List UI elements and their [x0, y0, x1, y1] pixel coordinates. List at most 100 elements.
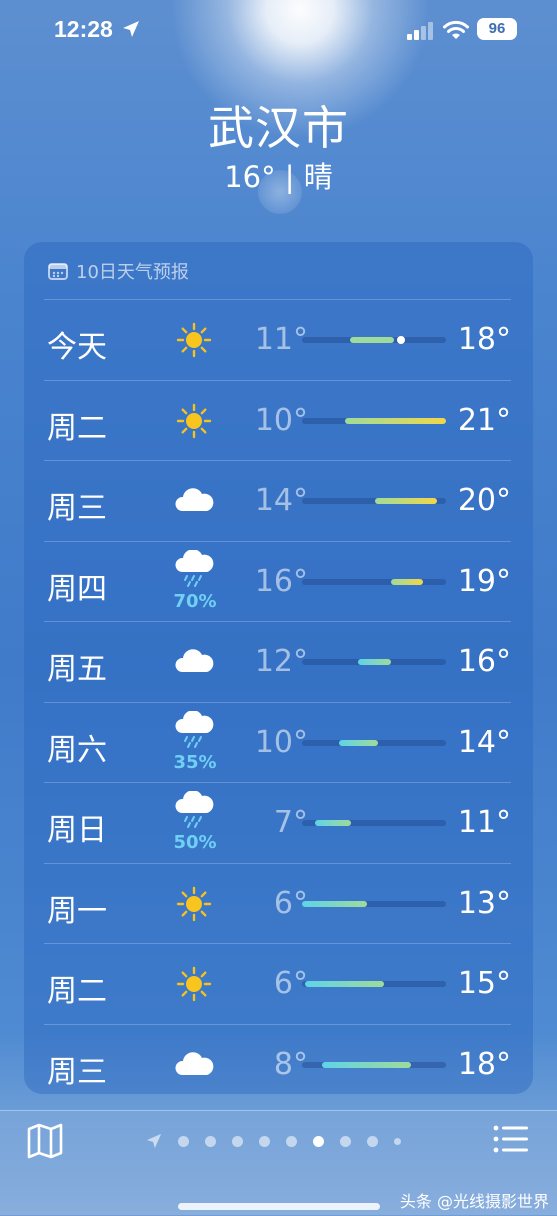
high-temp: 19° [457, 563, 511, 599]
high-temp: 20° [457, 483, 511, 518]
forecast-row[interactable]: 周四 70% 16° 19° [44, 540, 511, 622]
day-label: 周日 [47, 813, 107, 848]
page-dot[interactable] [205, 1135, 216, 1147]
temp-range-track [302, 900, 446, 907]
temp-range-track [302, 578, 446, 585]
calendar-icon [48, 263, 68, 280]
temp-range-bar [304, 981, 385, 987]
temp-range-bar [358, 659, 392, 665]
low-temp: 8° [273, 1046, 308, 1082]
temp-range-track [302, 739, 446, 746]
page-dot[interactable] [259, 1135, 270, 1147]
high-temp: 18° [457, 1046, 511, 1082]
day-label: 周二 [47, 410, 107, 446]
high-temp: 14° [457, 724, 511, 760]
low-temp: 11° [254, 322, 308, 357]
status-bar: 12:28 96 [0, 14, 557, 48]
forecast-row[interactable]: 周日 50% 7° 11° [44, 782, 511, 863]
temp-range-track [302, 1061, 446, 1068]
day-label: 今天 [47, 330, 107, 365]
low-temp: 6° [273, 966, 308, 1001]
day-label: 周三 [47, 491, 107, 526]
temp-range-track [302, 498, 446, 504]
cloud-icon [172, 642, 216, 682]
day-label: 周二 [47, 974, 107, 1009]
page-dot[interactable] [178, 1135, 189, 1147]
day-label: 周三 [47, 1054, 107, 1090]
high-temp: 18° [457, 322, 511, 357]
map-icon[interactable] [26, 1123, 64, 1159]
forecast-row[interactable]: 周三 8° 18° [44, 1023, 511, 1105]
day-label: 周四 [47, 571, 107, 607]
temp-range-track [302, 981, 446, 987]
location-arrow-icon [123, 21, 139, 37]
rain-cloud-icon [172, 790, 216, 831]
temp-range-track [302, 659, 446, 665]
status-time: 12:28 [54, 16, 113, 42]
forecast-row[interactable]: 今天 11° 18° [44, 299, 511, 380]
forecast-header: 10日天气预报 [48, 258, 189, 284]
page-indicator[interactable] [146, 1133, 401, 1149]
temp-range-track [302, 820, 446, 826]
rain-cloud-icon [172, 709, 216, 751]
high-temp: 13° [457, 885, 511, 921]
wifi-icon [443, 20, 469, 39]
low-temp: 10° [254, 724, 308, 760]
temp-range-track [302, 336, 446, 344]
temp-range-bar [375, 498, 438, 504]
page-dot[interactable] [394, 1137, 401, 1145]
rain-cloud-icon [172, 548, 216, 590]
forecast-row[interactable]: 周六 35% 10° 14° [44, 701, 511, 783]
day-label: 周五 [47, 652, 107, 687]
low-temp: 10° [254, 402, 308, 438]
forecast-row[interactable]: 周二 10° 21° [44, 379, 511, 461]
forecast-panel[interactable]: 10日天气预报 今天 11° 18° 周二 10° 21° 周三 14° 20° 周四 70% 16… [24, 242, 533, 1094]
precip-chance: 70% [173, 590, 217, 612]
list-icon[interactable] [493, 1125, 529, 1153]
battery-indicator: 96 [477, 18, 517, 40]
temp-range-bar [314, 820, 351, 826]
precip-chance: 35% [173, 751, 217, 773]
temp-range-track [302, 417, 446, 424]
forecast-row[interactable]: 周五 12° 16° [44, 621, 511, 702]
forecast-title: 10日天气预报 [76, 262, 189, 283]
temp-range-bar [339, 739, 379, 746]
page-dot[interactable] [313, 1135, 324, 1147]
sun-icon [172, 401, 216, 441]
signal-icon [407, 22, 433, 40]
forecast-row[interactable]: 周三 14° 20° [44, 460, 511, 541]
high-temp: 16° [457, 644, 511, 679]
current-summary: 16° | 晴 [224, 160, 333, 194]
watermark: 头条 @光线摄影世界 [399, 1192, 549, 1211]
home-indicator[interactable] [178, 1203, 380, 1210]
temp-range-bar [391, 578, 423, 585]
forecast-row[interactable]: 周二 6° 15° [44, 943, 511, 1024]
page-dot[interactable] [232, 1135, 243, 1147]
sun-icon [172, 964, 216, 1004]
low-temp: 14° [254, 483, 308, 518]
cloud-icon [172, 1045, 216, 1085]
cloud-icon [172, 481, 216, 521]
high-temp: 21° [457, 402, 511, 438]
page-dot[interactable] [340, 1135, 351, 1147]
low-temp: 6° [273, 885, 308, 921]
low-temp: 7° [273, 805, 308, 840]
high-temp: 11° [457, 805, 511, 840]
forecast-row[interactable]: 周一 6° 13° [44, 862, 511, 944]
temp-range-bar [302, 900, 367, 907]
page-dot[interactable] [286, 1135, 297, 1147]
low-temp: 16° [254, 563, 308, 599]
day-label: 周六 [47, 732, 107, 768]
page-dot[interactable] [367, 1135, 378, 1147]
temp-range-bar [322, 1061, 412, 1068]
forecast-list: 今天 11° 18° 周二 10° 21° 周三 14° 20° 周四 70% 16° 19° 周五 12… [24, 299, 533, 1104]
high-temp: 15° [457, 966, 511, 1001]
precip-chance: 50% [173, 832, 217, 853]
sun-icon [172, 320, 216, 360]
low-temp: 12° [254, 644, 308, 679]
temp-range-bar [349, 337, 395, 343]
sun-icon [172, 884, 216, 924]
current-temp-dot [397, 336, 406, 344]
temp-range-bar [345, 417, 446, 424]
location-page-icon[interactable] [146, 1133, 162, 1149]
